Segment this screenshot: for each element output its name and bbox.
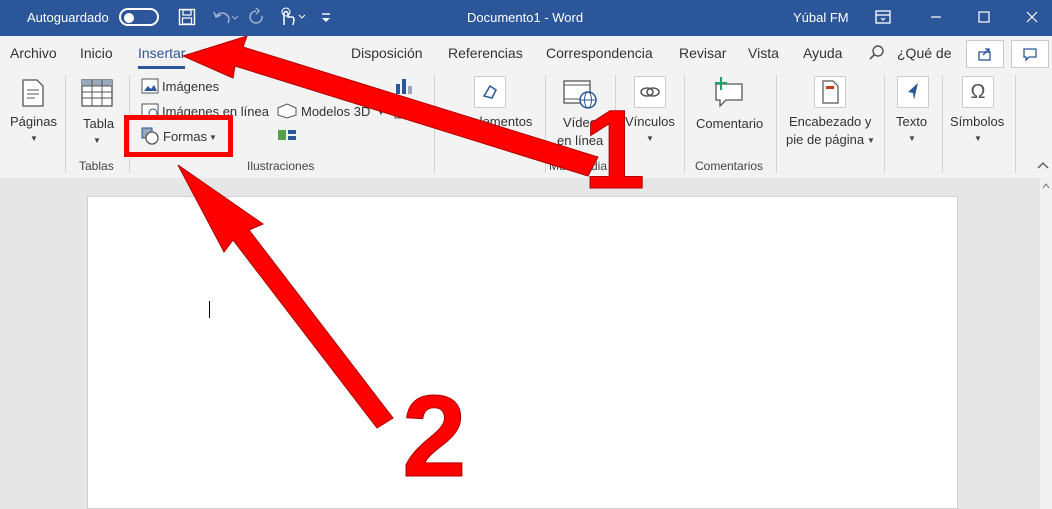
tab-ayuda[interactable]: Ayuda <box>803 45 842 61</box>
customize-qat-icon[interactable] <box>318 6 334 28</box>
table-icon[interactable] <box>81 78 113 111</box>
annotation-number-1: 1 <box>582 87 646 212</box>
tab-insertar[interactable]: Insertar <box>138 45 186 69</box>
textbox-icon[interactable] <box>897 76 929 108</box>
chevron-down-icon: ▼ <box>646 134 654 143</box>
tab-archivo[interactable]: Archivo <box>10 45 57 61</box>
group-label-ilustraciones: Ilustraciones <box>247 159 315 173</box>
group-separator <box>776 75 777 173</box>
tab-inicio[interactable]: Inicio <box>80 45 113 61</box>
imagenes-button[interactable]: Imágenes <box>162 79 219 94</box>
title-bar: Autoguardado Documento1 - Word Yúbal FM <box>0 0 1052 36</box>
vertical-scrollbar[interactable] <box>1040 178 1052 509</box>
group-separator <box>545 75 546 173</box>
autosave-label: Autoguardado <box>27 10 109 25</box>
chevron-down-icon: ▼ <box>30 134 38 143</box>
3d-models-icon[interactable] <box>276 103 298 122</box>
scroll-up-icon[interactable] <box>1040 180 1052 192</box>
paginas-button[interactable]: Páginas <box>10 114 57 129</box>
comentario-button[interactable]: Comentario <box>696 116 763 131</box>
chevron-down-icon: ▼ <box>908 134 916 143</box>
tell-me-input[interactable]: ¿Qué de <box>897 45 951 61</box>
maximize-icon[interactable] <box>970 4 998 30</box>
omega-icon[interactable]: Ω <box>962 76 994 108</box>
close-icon[interactable] <box>1018 4 1046 30</box>
texto-button[interactable]: Texto <box>896 114 927 129</box>
group-label-tablas: Tablas <box>79 159 114 173</box>
modelos-3d-button[interactable]: Modelos 3D <box>301 104 370 119</box>
redo-icon[interactable] <box>246 6 268 28</box>
tab-disposicion[interactable]: Disposición <box>351 45 423 61</box>
group-separator <box>684 75 685 173</box>
user-name[interactable]: Yúbal FM <box>793 10 849 25</box>
chevron-down-icon: ▼ <box>486 134 494 143</box>
screenshot-icon[interactable] <box>394 103 412 124</box>
encabezado-line2[interactable]: pie de página <box>786 132 864 147</box>
addins-icon[interactable] <box>474 76 506 108</box>
encabezado-line1[interactable]: Encabezado y <box>789 114 871 129</box>
chart-icon[interactable] <box>394 76 414 99</box>
chevron-down-icon: ▼ <box>867 136 875 145</box>
search-icon[interactable] <box>868 44 886 65</box>
tabla-button[interactable]: Tabla <box>83 116 114 131</box>
comments-icon[interactable] <box>1011 40 1049 68</box>
chevron-down-icon: ▼ <box>377 108 385 117</box>
group-separator <box>884 75 885 173</box>
undo-icon[interactable] <box>210 6 240 28</box>
header-footer-icon[interactable] <box>814 76 846 108</box>
annotation-number-2: 2 <box>402 371 468 501</box>
collapse-ribbon-icon[interactable] <box>1037 158 1049 173</box>
minimize-icon[interactable] <box>922 4 950 30</box>
group-separator <box>65 75 66 173</box>
share-icon[interactable] <box>966 40 1004 68</box>
group-label-comentarios: Comentarios <box>695 159 764 173</box>
smartart-icon[interactable] <box>276 127 298 146</box>
group-separator <box>434 75 435 173</box>
comment-icon[interactable] <box>712 76 746 111</box>
chevron-down-icon: ▼ <box>974 134 982 143</box>
touch-mode-icon[interactable] <box>276 6 308 28</box>
tab-diseno[interactable]: Diseño <box>212 45 256 61</box>
save-icon[interactable] <box>176 6 198 28</box>
tab-vista[interactable]: Vista <box>748 45 779 61</box>
group-separator <box>942 75 943 173</box>
tab-revisar[interactable]: Revisar <box>679 45 726 61</box>
tab-referencias[interactable]: Referencias <box>448 45 523 61</box>
toggle-knob <box>124 13 134 23</box>
document-title: Documento1 - Word <box>467 10 584 25</box>
autosave-toggle[interactable] <box>119 8 159 26</box>
ribbon-display-icon[interactable] <box>869 4 897 30</box>
document-page[interactable] <box>87 196 958 509</box>
cover-page-icon[interactable] <box>20 78 46 111</box>
simbolos-button[interactable]: Símbolos <box>950 114 1004 129</box>
chevron-down-icon: ▼ <box>93 136 101 145</box>
tab-correspondencia[interactable]: Correspondencia <box>546 45 653 61</box>
pictures-icon[interactable] <box>141 78 159 97</box>
group-separator <box>1015 75 1016 173</box>
text-cursor <box>209 301 210 318</box>
complementos-button[interactable]: Complementos <box>445 114 532 129</box>
ribbon-tabs: Archivo Inicio Insertar Diseño Disposici… <box>0 36 1052 70</box>
highlight-box-formas <box>124 115 233 157</box>
